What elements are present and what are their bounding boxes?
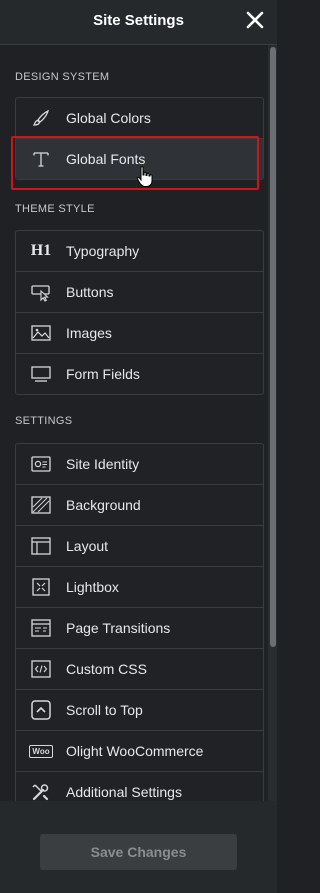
menu-item-label: Custom CSS <box>66 661 147 677</box>
menu-item-label: Background <box>66 497 141 513</box>
tools-icon <box>30 781 52 801</box>
menu-item-label: Lightbox <box>66 579 119 595</box>
menu-item-typography[interactable]: H1 Typography <box>16 231 263 271</box>
page-transitions-icon <box>30 617 52 639</box>
menu-item-scroll-to-top[interactable]: Scroll to Top <box>16 689 263 730</box>
menu-item-label: Page Transitions <box>66 620 171 636</box>
menu-item-label: Global Colors <box>66 110 151 126</box>
menu-item-label: Olight WooCommerce <box>66 743 204 759</box>
settings-group: Site Identity Background Layout Lightbox… <box>15 443 264 801</box>
menu-item-custom-css[interactable]: Custom CSS <box>16 648 263 689</box>
menu-item-label: Scroll to Top <box>66 702 143 718</box>
menu-item-label: Global Fonts <box>66 151 146 167</box>
site-identity-icon <box>30 453 52 475</box>
image-icon <box>30 322 52 344</box>
menu-item-label: Site Identity <box>66 456 140 472</box>
background-icon <box>30 494 52 516</box>
custom-css-icon <box>30 658 52 680</box>
panel-footer: Save Changes <box>0 801 277 893</box>
menu-item-olight-woocommerce[interactable]: Woo Olight WooCommerce <box>16 730 263 771</box>
menu-item-lightbox[interactable]: Lightbox <box>16 566 263 607</box>
menu-item-site-identity[interactable]: Site Identity <box>16 444 263 484</box>
section-title-settings: SETTINGS <box>15 415 73 427</box>
menu-item-background[interactable]: Background <box>16 484 263 525</box>
lightbox-icon <box>30 576 52 598</box>
panel-title: Site Settings <box>93 12 184 29</box>
section-title-theme-style: THEME STYLE <box>15 203 95 215</box>
menu-item-buttons[interactable]: Buttons <box>16 271 263 312</box>
menu-item-form-fields[interactable]: Form Fields <box>16 353 263 394</box>
menu-item-global-colors[interactable]: Global Colors <box>16 98 263 138</box>
scroll-to-top-icon <box>30 699 52 721</box>
hand-cursor-icon <box>136 165 154 189</box>
menu-item-page-transitions[interactable]: Page Transitions <box>16 607 263 648</box>
menu-item-label: Buttons <box>66 284 114 300</box>
typeface-icon <box>30 148 52 170</box>
menu-item-label: Layout <box>66 538 109 554</box>
save-changes-button[interactable]: Save Changes <box>40 834 237 870</box>
button-cursor-icon <box>30 281 52 303</box>
menu-item-label: Images <box>66 325 112 341</box>
theme-style-group: H1 Typography Buttons Images Form Fields <box>15 230 264 395</box>
close-icon[interactable] <box>243 8 267 32</box>
scrollbar-thumb[interactable] <box>270 47 276 647</box>
menu-item-additional-settings[interactable]: Additional Settings <box>16 771 263 801</box>
menu-item-images[interactable]: Images <box>16 312 263 353</box>
layout-icon <box>30 535 52 557</box>
menu-item-label: Additional Settings <box>66 784 182 800</box>
panel-header: Site Settings <box>0 0 277 45</box>
settings-scroll-area[interactable]: DESIGN SYSTEM Global Colors Global Fonts… <box>0 45 267 801</box>
section-title-design-system: DESIGN SYSTEM <box>15 71 110 83</box>
paintbrush-icon <box>30 107 52 129</box>
woocommerce-icon: Woo <box>29 740 53 762</box>
heading-h1-icon: H1 <box>30 242 52 259</box>
menu-item-layout[interactable]: Layout <box>16 525 263 566</box>
menu-item-label: Typography <box>66 243 140 259</box>
menu-item-label: Form Fields <box>66 366 140 382</box>
form-field-icon <box>30 363 52 385</box>
